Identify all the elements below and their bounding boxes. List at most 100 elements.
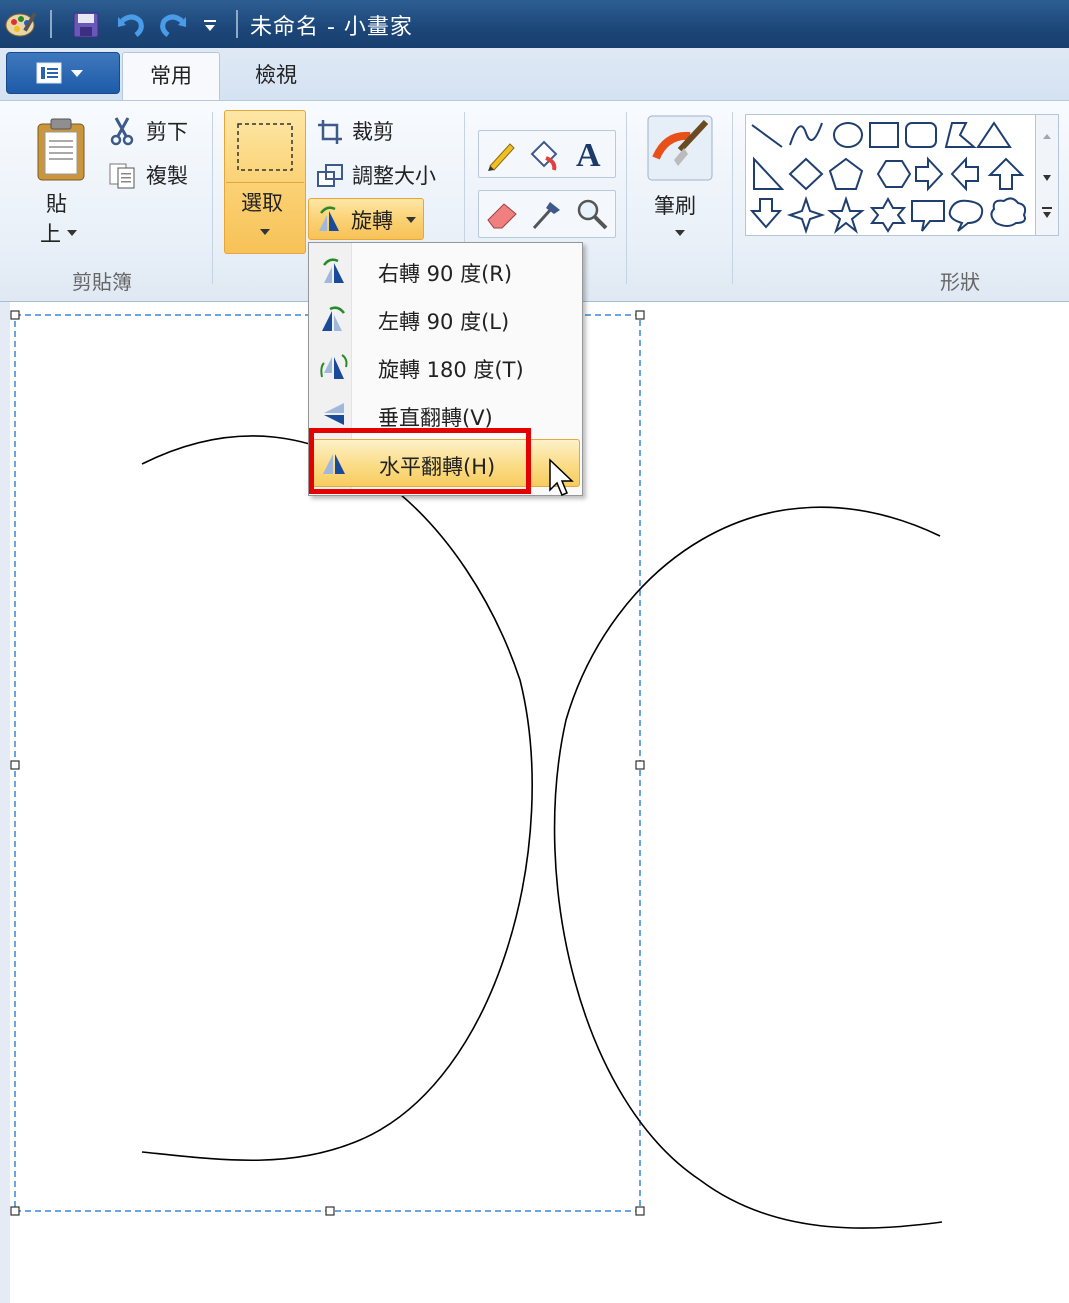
selection-handle — [635, 310, 645, 320]
shapes-scrollbar[interactable] — [1035, 114, 1059, 236]
menu-item-rotate-right-90[interactable]: 右轉 90 度(R) — [312, 247, 578, 293]
selection-handle — [10, 310, 20, 320]
rotate-button[interactable]: 旋轉 — [308, 198, 424, 240]
scissors-icon — [110, 117, 134, 146]
resize-button[interactable]: 調整大小 — [316, 158, 456, 192]
selection-handle — [325, 1206, 335, 1216]
undo-icon[interactable] — [116, 11, 146, 39]
diamond-shape-icon — [788, 157, 824, 191]
tab-view[interactable]: 檢視 — [228, 52, 324, 100]
four-point-star-shape-icon — [786, 195, 826, 235]
copy-icon — [109, 163, 135, 189]
pentagon-shape-icon — [828, 157, 864, 190]
rectangle-shape-icon — [869, 122, 899, 148]
split-divider — [226, 182, 304, 183]
redo-icon[interactable] — [158, 11, 188, 39]
paste-sublabel: 上 — [40, 222, 61, 246]
drawn-arc-right — [553, 506, 943, 1229]
paste-button[interactable]: 貼 上 — [30, 114, 92, 254]
selection-handle — [10, 1206, 20, 1216]
rounded-rectangle-shape-icon — [905, 122, 937, 148]
triangle-shape-icon — [976, 121, 1012, 148]
tab-home[interactable]: 常用 — [122, 52, 220, 101]
separator — [732, 112, 733, 284]
fill-bucket-icon[interactable] — [526, 136, 562, 172]
app-menu-button[interactable] — [6, 52, 120, 94]
line-shape-icon — [751, 124, 783, 148]
selection-handle — [10, 760, 20, 770]
chevron-down-icon — [675, 230, 685, 236]
select-label: 選取 — [241, 191, 283, 215]
selection-handle — [635, 760, 645, 770]
menu-item-label: 右轉 90 度(R) — [378, 262, 513, 286]
color-picker-icon[interactable] — [528, 196, 564, 232]
clipboard-icon — [37, 118, 85, 181]
rotate-icon — [319, 206, 339, 231]
oval-callout-shape-icon — [948, 199, 984, 232]
curve-shape-icon — [789, 122, 823, 146]
chevron-down-icon — [67, 230, 77, 236]
annotation-highlight-box — [309, 428, 531, 494]
selection-handle — [635, 1206, 645, 1216]
rotate-right-icon — [323, 258, 344, 283]
drawn-arc-left — [141, 435, 533, 1162]
separator — [212, 112, 213, 284]
copy-button[interactable]: 複製 — [108, 158, 204, 192]
brushes-label: 筆刷 — [654, 194, 696, 218]
oval-shape-icon — [833, 122, 863, 148]
separator — [626, 112, 627, 284]
text-tool-icon[interactable]: A — [572, 134, 608, 172]
rectangular-callout-shape-icon — [911, 200, 945, 232]
save-icon[interactable] — [72, 11, 100, 39]
app-menu-icon — [36, 62, 83, 84]
separator — [50, 10, 52, 38]
menu-item-rotate-180[interactable]: 旋轉 180 度(T) — [312, 343, 578, 389]
resize-label: 調整大小 — [352, 164, 436, 188]
crop-button[interactable]: 裁剪 — [316, 114, 426, 148]
paint-app-icon[interactable] — [4, 8, 38, 40]
shapes-scroll-arrows — [1042, 134, 1052, 218]
polygon-shape-icon — [944, 122, 977, 148]
up-arrow-shape-icon — [987, 157, 1025, 190]
rotate-left-icon — [322, 306, 345, 331]
shapes-gallery — [745, 114, 1037, 236]
selection-rectangle-icon — [237, 123, 293, 171]
right-triangle-shape-icon — [753, 156, 785, 190]
left-arrow-shape-icon — [950, 156, 979, 192]
menu-item-label: 旋轉 180 度(T) — [378, 358, 524, 382]
brush-icon — [647, 115, 713, 181]
svg-text:A: A — [576, 137, 601, 172]
rotate-label: 旋轉 — [351, 209, 393, 233]
rotate-180-icon — [320, 354, 348, 379]
menu-item-label: 左轉 90 度(L) — [378, 310, 510, 334]
crop-label: 裁剪 — [352, 120, 394, 144]
hexagon-shape-icon — [876, 160, 912, 188]
shapes-grid — [749, 121, 1027, 235]
paste-label: 貼 — [46, 192, 67, 216]
chevron-down-icon — [260, 229, 270, 235]
five-point-star-shape-icon — [827, 195, 865, 234]
title-bar: 未命名 - 小畫家 — [0, 0, 1069, 48]
shapes-group-label: 形狀 — [940, 270, 980, 294]
mouse-cursor-icon — [549, 458, 574, 496]
brushes-button[interactable]: 筆刷 — [644, 114, 716, 248]
window-title: 未命名 - 小畫家 — [250, 15, 413, 40]
resize-icon — [317, 164, 343, 187]
cloud-callout-shape-icon — [990, 197, 1027, 227]
six-point-star-shape-icon — [869, 196, 907, 233]
clipboard-group-label: 剪貼簿 — [72, 270, 132, 294]
chevron-down-icon — [406, 217, 416, 223]
eraser-icon[interactable] — [484, 196, 520, 232]
right-arrow-shape-icon — [915, 156, 944, 192]
cut-label: 剪下 — [146, 120, 188, 144]
crop-icon — [318, 120, 342, 144]
copy-label: 複製 — [146, 164, 188, 188]
cut-button[interactable]: 剪下 — [108, 114, 204, 148]
down-arrow-shape-icon — [749, 198, 783, 229]
customize-toolbar-icon[interactable] — [202, 18, 218, 34]
flip-vertical-icon — [324, 403, 344, 425]
magnifier-icon[interactable] — [574, 196, 610, 232]
pencil-icon[interactable] — [484, 136, 520, 172]
separator — [236, 10, 238, 38]
menu-item-rotate-left-90[interactable]: 左轉 90 度(L) — [312, 295, 578, 341]
